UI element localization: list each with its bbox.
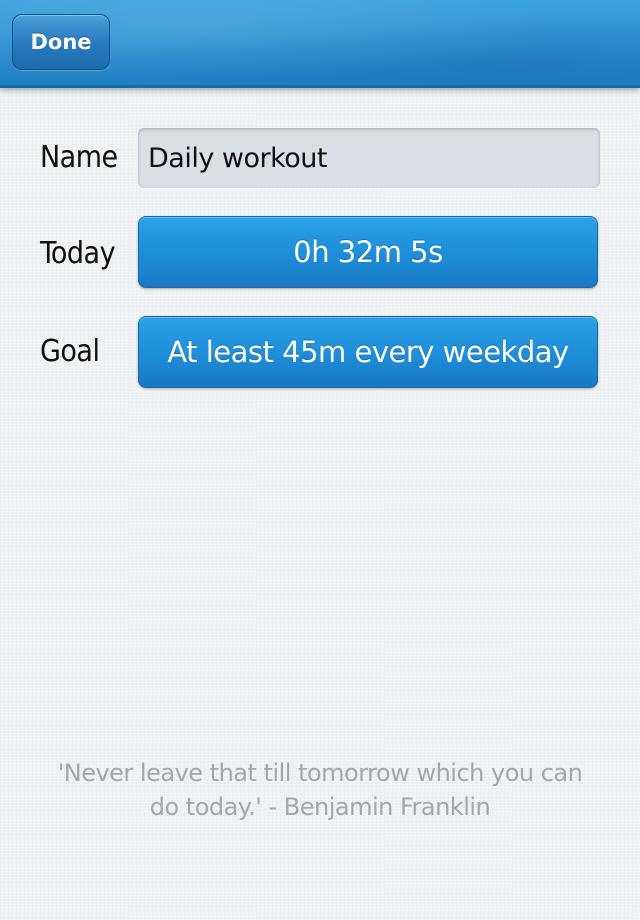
goal-label: Goal xyxy=(40,334,100,369)
name-field[interactable]: Daily workout xyxy=(138,128,600,188)
done-button[interactable]: Done xyxy=(12,14,110,70)
goal-button[interactable]: At least 45m every weekday xyxy=(138,316,598,388)
today-label: Today xyxy=(40,236,116,271)
today-time-button[interactable]: 0h 32m 5s xyxy=(138,216,598,288)
quote-line-2: do today.' - Benjamin Franklin xyxy=(149,793,491,821)
navigation-bar: Done xyxy=(0,0,640,88)
quote-line-1: 'Never leave that till tomorrow which yo… xyxy=(57,759,583,787)
quote-text: 'Never leave that till tomorrow which yo… xyxy=(40,756,600,824)
name-label: Name xyxy=(40,140,118,175)
